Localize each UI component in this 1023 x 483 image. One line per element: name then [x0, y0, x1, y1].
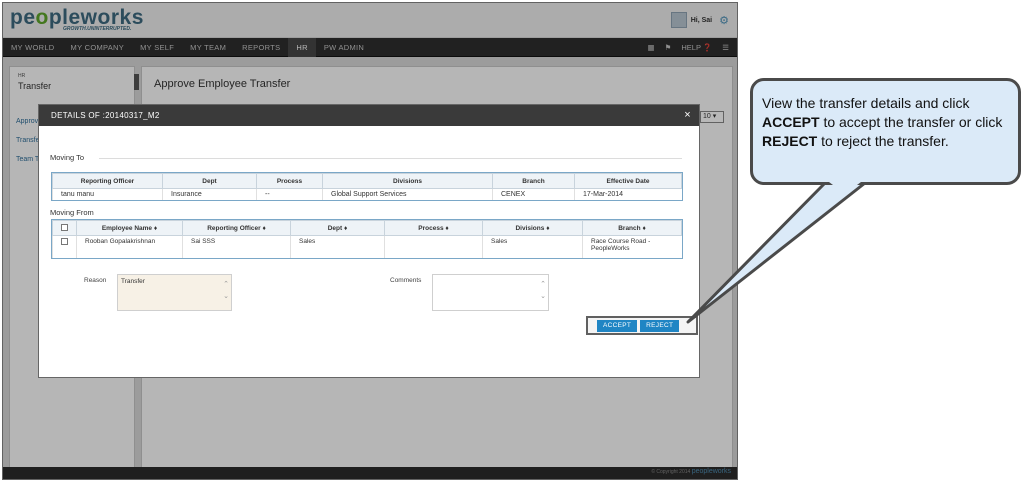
callout-pointer-cover — [829, 182, 861, 194]
callout-text: View the transfer details and click ACCE… — [762, 94, 1012, 151]
callout-line-2: to accept the transfer or click — [819, 114, 1003, 130]
callout-accept-word: ACCEPT — [762, 114, 820, 130]
callout-reject-word: REJECT — [762, 133, 818, 149]
callout-line-1: View the transfer details and click — [762, 95, 970, 111]
callout-line-3: to reject the transfer. — [817, 133, 949, 149]
